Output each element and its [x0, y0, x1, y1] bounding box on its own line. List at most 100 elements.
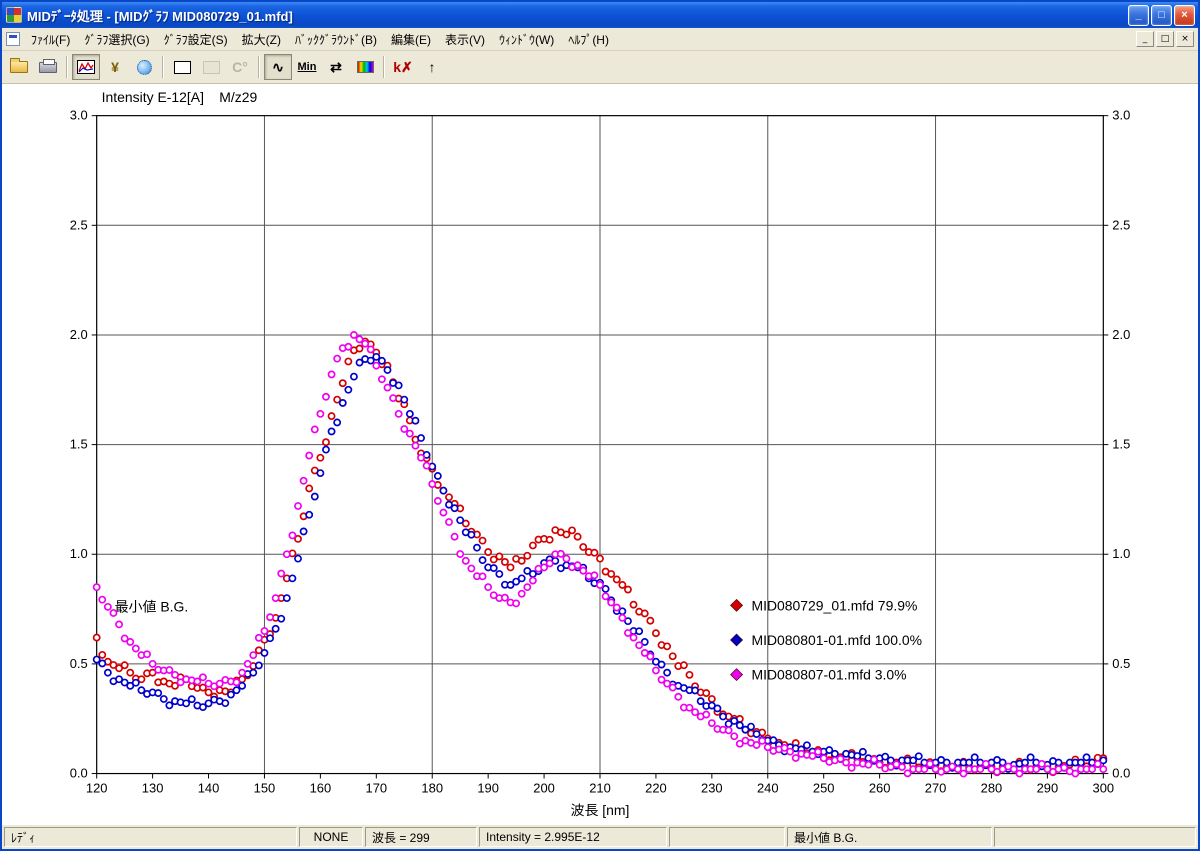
kx-delete-button[interactable]: k✗ — [389, 54, 417, 80]
open-file-button[interactable] — [5, 54, 33, 80]
print-icon — [39, 62, 57, 73]
status-panel-3: Intensity = 2.995E-12 — [479, 827, 667, 847]
x-tick-label: 230 — [701, 780, 723, 795]
frame-secondary-icon — [203, 61, 220, 74]
up-arrow-button[interactable]: ↑ — [418, 54, 446, 80]
document-icon — [6, 32, 20, 46]
chart-area: 1201301401501601701801902002102202302402… — [2, 84, 1198, 824]
title-bar: MIDﾃﾞｰﾀ処理 - [MIDｸﾞﾗﾌ MID080729_01.mfd] _… — [2, 2, 1198, 28]
toolbar-separator — [162, 56, 164, 78]
open-file-icon — [10, 61, 28, 73]
x-tick-label: 210 — [589, 780, 611, 795]
globe-button[interactable] — [130, 54, 158, 80]
y-tick-label-right: 1.0 — [1112, 546, 1130, 561]
mdi-restore-button[interactable]: □ — [1156, 31, 1174, 47]
x-tick-label: 150 — [254, 780, 276, 795]
menu-items: ﾌｧｲﾙ(F)ｸﾞﾗﾌ選択(G)ｸﾞﾗﾌ設定(S)拡大(Z)ﾊﾞｯｸｸﾞﾗｳﾝﾄ… — [24, 28, 616, 51]
x-tick-label: 300 — [1093, 780, 1115, 795]
print-button[interactable] — [34, 54, 62, 80]
close-button[interactable]: × — [1174, 5, 1195, 26]
x-tick-label: 190 — [477, 780, 499, 795]
menu-item-background[interactable]: ﾊﾞｯｸｸﾞﾗｳﾝﾄﾞ(B) — [288, 28, 384, 51]
x-tick-label: 200 — [533, 780, 555, 795]
frame-secondary-button — [197, 54, 225, 80]
legend-entry-1: MID080801-01.mfd 100.0% — [731, 632, 922, 648]
x-tick-label: 160 — [310, 780, 332, 795]
y-tick-label-right: 0.0 — [1112, 766, 1130, 781]
menu-item-graph-settings[interactable]: ｸﾞﾗﾌ設定(S) — [157, 28, 235, 51]
mdi-minimize-button[interactable]: _ — [1136, 31, 1154, 47]
gradient-button[interactable] — [351, 54, 379, 80]
status-panel-4 — [669, 827, 785, 847]
menu-item-graph-select[interactable]: ｸﾞﾗﾌ選択(G) — [77, 28, 156, 51]
wave-icon: ∿ — [272, 60, 284, 74]
gradient-icon — [357, 61, 374, 73]
x-tick-label: 170 — [366, 780, 388, 795]
x-tick-label: 290 — [1037, 780, 1059, 795]
menu-item-help[interactable]: ﾍﾙﾌﾟ(H) — [561, 28, 616, 51]
status-bar: ﾚﾃﾞｨNONE波長 = 299Intensity = 2.995E-12 最小値… — [2, 824, 1198, 849]
menu-item-view[interactable]: 表示(V) — [438, 28, 492, 51]
celsius-button: C° — [226, 54, 254, 80]
toolbar: ¥ C° ∿ Min ⇄ k✗ ↑ — [2, 51, 1198, 84]
restore-button[interactable]: □ — [1151, 5, 1172, 26]
frame-button[interactable] — [168, 54, 196, 80]
x-axis-label: 波長 [nm] — [571, 802, 630, 818]
x-tick-label: 130 — [142, 780, 164, 795]
y-tick-label-left: 1.0 — [70, 546, 88, 561]
up-arrow-icon: ↑ — [429, 60, 436, 74]
status-panel-6 — [994, 827, 1196, 847]
menu-item-edit[interactable]: 編集(E) — [384, 28, 438, 51]
legend-diamond-icon — [731, 599, 743, 611]
status-panel-1: NONE — [299, 827, 363, 847]
kx-delete-icon: k✗ — [393, 60, 413, 74]
y-tick-label-left: 1.5 — [70, 437, 88, 452]
legend-label: MID080801-01.mfd 100.0% — [751, 632, 922, 648]
legend-entry-0: MID080729_01.mfd 79.9% — [731, 597, 918, 613]
legend-label: MID080729_01.mfd 79.9% — [751, 597, 917, 613]
x-tick-label: 250 — [813, 780, 835, 795]
x-tick-label: 270 — [925, 780, 947, 795]
app-icon — [6, 7, 22, 23]
min-bg-annotation: 最小値 B.G. — [115, 598, 189, 614]
y-tick-label-right: 2.0 — [1112, 327, 1130, 342]
x-tick-label: 140 — [198, 780, 220, 795]
wave-button[interactable]: ∿ — [264, 54, 292, 80]
frame-icon — [174, 61, 191, 74]
y-tick-label-right: 3.0 — [1112, 108, 1130, 123]
status-panel-2: 波長 = 299 — [365, 827, 477, 847]
y-tick-label-right: 2.5 — [1112, 217, 1130, 232]
menu-bar: ﾌｧｲﾙ(F)ｸﾞﾗﾌ選択(G)ｸﾞﾗﾌ設定(S)拡大(Z)ﾊﾞｯｸｸﾞﾗｳﾝﾄ… — [2, 28, 1198, 51]
x-tick-label: 240 — [757, 780, 779, 795]
menu-item-zoom[interactable]: 拡大(Z) — [235, 28, 288, 51]
menu-item-file[interactable]: ﾌｧｲﾙ(F) — [24, 28, 77, 51]
celsius-icon: C° — [232, 60, 248, 74]
y-tick-label-left: 0.5 — [70, 656, 88, 671]
min-button[interactable]: Min — [293, 54, 321, 80]
mdi-close-button[interactable]: × — [1176, 31, 1194, 47]
toolbar-separator — [66, 56, 68, 78]
globe-icon — [137, 60, 152, 75]
x-tick-label: 220 — [645, 780, 667, 795]
graph-display-icon — [77, 60, 95, 74]
x-tick-label: 280 — [981, 780, 1003, 795]
yen-scale-button[interactable]: ¥ — [101, 54, 129, 80]
legend-diamond-icon — [731, 634, 743, 646]
chart-header-intensity: Intensity E-12[A] — [102, 89, 204, 105]
minimize-button[interactable]: _ — [1128, 5, 1149, 26]
graph-display-button[interactable] — [72, 54, 100, 80]
chart-canvas[interactable]: 1201301401501601701801902002102202302402… — [2, 84, 1198, 824]
loop-icon: ⇄ — [330, 60, 342, 74]
menu-item-window[interactable]: ｳｨﾝﾄﾞｳ(W) — [492, 28, 561, 51]
yen-scale-icon: ¥ — [111, 60, 119, 74]
min-icon: Min — [298, 62, 317, 73]
y-tick-label-left: 0.0 — [70, 766, 88, 781]
y-tick-label-left: 2.0 — [70, 327, 88, 342]
window-controls: _ □ × — [1128, 5, 1195, 26]
loop-button[interactable]: ⇄ — [322, 54, 350, 80]
status-panel-5: 最小値 B.G. — [787, 827, 992, 847]
mdi-window-controls: _ □ × — [1136, 31, 1198, 47]
toolbar-separator — [383, 56, 385, 78]
legend: MID080729_01.mfd 79.9% MID080801-01.mfd 1… — [731, 597, 922, 682]
status-panel-0: ﾚﾃﾞｨ — [4, 827, 297, 847]
